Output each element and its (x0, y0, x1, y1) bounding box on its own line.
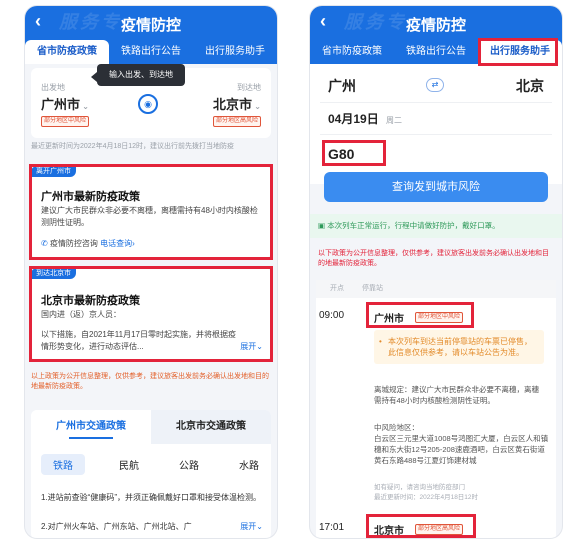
tab-beijing-traffic[interactable]: 北京市交通政策 (151, 410, 271, 444)
arrive-policy-title: 北京市最新防疫政策 (41, 295, 140, 307)
departure-policy: 离城规定：建议广大市民群众非必要不离穗，离穗需持有48小时内核酸检测阴性证明。 (374, 385, 539, 405)
mid-risk-areas: 白云区三元里大道1008号鸿图汇大厦，白云区人和镇穗和东大街12号205-208… (374, 434, 549, 465)
update-time: 最近更新时间：2022年4月18日12时 (374, 494, 479, 501)
from-city[interactable]: 广州市 ⌄ (41, 94, 89, 113)
to-city[interactable]: 北京市 ⌄ (213, 94, 261, 113)
traffic-item-2: 2.对广州火车站、广州东站、广州北站、广 (41, 522, 192, 531)
to-label: 到达地 (237, 83, 261, 92)
active-tab-indicator (69, 437, 113, 439)
warning-bullet-icon: • (379, 337, 382, 346)
chevron-down-icon: ⌄ (80, 102, 89, 111)
stops-card: 开点 停靠站 09:00 广州市 部分地区中风险 • 本次列车到达当前停靠站的车… (316, 280, 556, 538)
mode-road[interactable]: 公路 (173, 454, 205, 475)
from-label: 出发地 (41, 83, 65, 92)
stop1-time: 09:00 (319, 310, 345, 321)
faq-note: 如有疑问，请咨询当地防疫部门 (374, 484, 465, 491)
train-status-notice: ▣ 本次列车正常运行，行程中请做好防护，戴好口罩。 (310, 214, 562, 238)
policy-disclaimer: 以上政策为公开信息整理，仅供参考，建议旅客出发前务必确认出发地和目的地最新防疫政… (31, 373, 269, 390)
stops-header: 开点 停靠站 (316, 280, 556, 298)
arrive-policy-card[interactable]: 到达北京市 北京市最新防疫政策 国内进（返）京人员： 以下措施，自2021年11… (31, 268, 271, 360)
tab-travel-assistant[interactable]: 出行服务助手 (193, 40, 277, 64)
from-city-field[interactable]: 广州 (328, 76, 356, 96)
date-field[interactable]: 04月19日 周二 (328, 110, 402, 127)
traffic-item-1: 1.进站前查验“健康码”，并须正确佩戴好口罩和接受体温检测。 (41, 493, 261, 502)
leave-policy-body: 建议广大市民群众非必要不离穗，离穗需持有48小时内核酸检测阴性证明。 (41, 206, 258, 227)
phone-icon: ✆ (41, 239, 48, 248)
train-number-field[interactable]: G80 (328, 146, 354, 162)
left-screen: ‹ 服务专 疫情防控 省市防疫政策 铁路出行公告 出行服务助手 出发地 广州市 … (25, 6, 277, 538)
train-status-text: 本次列车正常运行，行程中请做好防护，戴好口罩。 (327, 221, 500, 230)
mid-risk-label: 中风险地区： (374, 423, 419, 432)
stop2-risk-tag: 部分地区高风险 (415, 524, 464, 535)
update-note: 最近更新时间为2022年4月18日12时，建议出行前先拨打当地防疫 (31, 143, 235, 150)
tab-railway-notice[interactable]: 铁路出行公告 (394, 40, 478, 64)
to-city-field[interactable]: 北京 (516, 76, 544, 96)
phone-query-link[interactable]: 电话查询› (100, 239, 135, 248)
stop2-time: 17:01 (319, 522, 345, 533)
expand-link[interactable]: 展开⌄ (240, 341, 263, 353)
weekday-label: 周二 (386, 116, 403, 125)
consult-row: ✆ 疫情防控咨询 电话查询› (41, 238, 135, 250)
presale-warning: • 本次列车到达当前停靠站的车票已停售，此信息仅供参考，请以车站公告为准。 (374, 330, 544, 364)
tab-railway-notice[interactable]: 铁路出行公告 (109, 40, 193, 64)
tooltip-text: 输入出发、到达地 (109, 70, 173, 79)
app-header: ‹ 服务专 疫情防控 (25, 6, 277, 40)
app-header: ‹ 服务专 疫情防控 (310, 6, 562, 40)
tab-provincial-policy[interactable]: 省市防疫政策 (310, 40, 394, 64)
stop2-city[interactable]: 北京市 (374, 522, 404, 537)
tooltip-arrow (91, 72, 97, 82)
to-risk-tag: 部分地区高风险 (212, 116, 261, 127)
tab-bar: 省市防疫政策 铁路出行公告 出行服务助手 (310, 40, 562, 64)
divider (320, 134, 552, 135)
trip-form: 广州 ⇄ 北京 04月19日 周二 G80 (310, 64, 562, 184)
page-title: 疫情防控 (405, 17, 466, 34)
train-icon: ▣ (318, 221, 326, 230)
col-depart: 开点 (330, 285, 344, 292)
traffic-expand-link[interactable]: 展开⌄ (240, 521, 263, 533)
swap-icon[interactable]: ◉ (138, 94, 158, 114)
stop1-risk-tag: 部分地区中风险 (415, 312, 464, 323)
presale-warning-text: 本次列车到达当前停靠站的车票已停售，此信息仅供参考，请以车站公告为准。 (388, 337, 532, 357)
input-tooltip: 输入出发、到达地 (91, 64, 185, 86)
from-risk-tag: 部分地区中风险 (41, 116, 90, 127)
query-risk-button[interactable]: 查询发到城市风险 (324, 172, 548, 202)
page-title: 疫情防控 (120, 17, 181, 34)
right-screen: ‹ 服务专 疫情防控 省市防疫政策 铁路出行公告 出行服务助手 广州 ⇄ 北京 … (310, 6, 562, 538)
arrive-ribbon: 到达北京市 (31, 268, 76, 279)
tab-provincial-policy[interactable]: 省市防疫政策 (25, 40, 109, 64)
mode-railway[interactable]: 铁路 (41, 454, 85, 475)
transport-mode-tabs: 铁路 民航 公路 水路 (41, 454, 265, 475)
arrive-policy-body: 以下措施，自2021年11月17日零时起实施，并将根据疫情形势变化，进行动态评估… (41, 330, 236, 351)
col-station: 停靠站 (362, 285, 383, 292)
swap-icon[interactable]: ⇄ (426, 78, 444, 92)
traffic-policy-card: 广州市交通政策 北京市交通政策 铁路 民航 公路 水路 1.进站前查验“健康码”… (31, 410, 271, 538)
mode-aviation[interactable]: 民航 (113, 454, 145, 475)
mode-water[interactable]: 水路 (233, 454, 265, 475)
consult-label: 疫情防控咨询 (49, 239, 98, 248)
divider (320, 102, 552, 103)
leave-ribbon: 离开广州市 (31, 166, 76, 177)
policy-disclaimer: 以下政策为公开信息整理，仅供参考，建议旅客出发前务必确认出发地和目的地最新防疫政… (318, 250, 549, 267)
arrive-policy-subtitle: 国内进（返）京人员： (41, 310, 121, 319)
tab-travel-assistant[interactable]: 出行服务助手 (478, 40, 562, 64)
leave-policy-title: 广州市最新防疫政策 (41, 191, 140, 203)
chevron-down-icon: ⌄ (252, 102, 261, 111)
leave-policy-card[interactable]: 离开广州市 广州市最新防疫政策 建议广大市民群众非必要不离穗，离穗需持有48小时… (31, 166, 271, 258)
stop1-city[interactable]: 广州市 (374, 310, 404, 325)
tab-bar: 省市防疫政策 铁路出行公告 出行服务助手 (25, 40, 277, 64)
